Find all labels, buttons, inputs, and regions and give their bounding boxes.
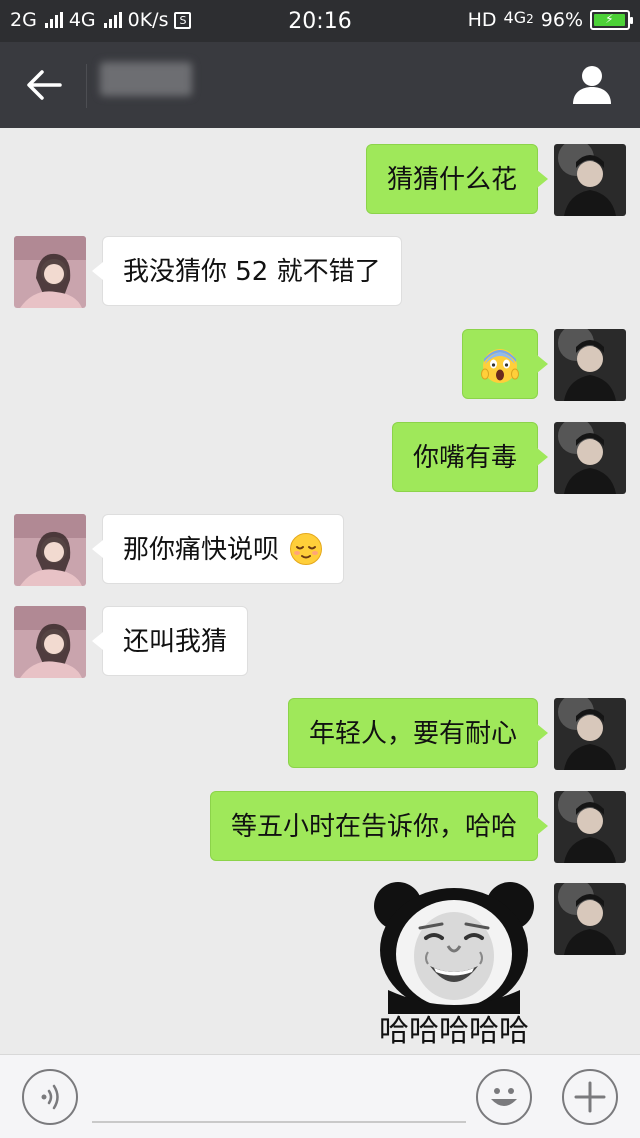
message-input[interactable] bbox=[92, 1077, 466, 1123]
network-4g-sub: 2 bbox=[526, 11, 534, 26]
sticker-caption: 哈哈哈哈哈 bbox=[379, 1014, 529, 1049]
my-avatar[interactable] bbox=[554, 698, 626, 770]
chat-area[interactable]: 猜猜什么花 我没猜你 52 就不错了 你嘴有毒 那你痛快说呗 还叫我猜 年轻人，… bbox=[0, 128, 640, 1054]
message-bubble-outgoing[interactable]: 等五小时在告诉你，哈哈 bbox=[209, 791, 549, 861]
contact-avatar[interactable] bbox=[14, 514, 86, 586]
nav-bar bbox=[0, 42, 640, 128]
message-text: 等五小时在告诉你，哈哈 bbox=[230, 812, 517, 842]
emoji-button[interactable] bbox=[476, 1069, 532, 1125]
message-bubble-incoming[interactable]: 那你痛快说呗 bbox=[91, 514, 345, 584]
message-bubble-outgoing[interactable]: 猜猜什么花 bbox=[365, 144, 549, 214]
my-avatar[interactable] bbox=[554, 883, 626, 955]
bolt-icon: ⚡ bbox=[605, 12, 614, 26]
sticker-message[interactable]: 哈哈哈哈哈 bbox=[368, 880, 540, 1050]
battery-percent: 96% bbox=[540, 9, 583, 31]
relieved-face-icon bbox=[290, 532, 323, 565]
battery-fill: ⚡ bbox=[594, 12, 625, 26]
message-bubble-outgoing[interactable] bbox=[462, 329, 548, 399]
network-label-4g-2: 4G2 bbox=[504, 8, 534, 27]
message-text: 年轻人，要有耐心 bbox=[308, 719, 517, 749]
my-avatar[interactable] bbox=[554, 422, 626, 494]
message-text: 那你痛快说呗 bbox=[123, 535, 280, 565]
contact-avatar[interactable] bbox=[14, 606, 86, 678]
hd-label: HD bbox=[467, 9, 497, 31]
voice-button[interactable] bbox=[22, 1069, 78, 1125]
my-avatar[interactable] bbox=[554, 144, 626, 216]
nav-divider bbox=[86, 64, 87, 108]
battery-icon: ⚡ bbox=[590, 10, 633, 30]
arrow-left-icon bbox=[27, 70, 62, 100]
input-bar bbox=[0, 1054, 640, 1138]
message-text: 你嘴有毒 bbox=[412, 443, 517, 473]
message-bubble-outgoing[interactable]: 年轻人，要有耐心 bbox=[287, 698, 549, 768]
my-avatar[interactable] bbox=[554, 791, 626, 863]
message-text: 猜猜什么花 bbox=[386, 165, 517, 195]
network-4g-text: 4G bbox=[503, 7, 527, 27]
message-text: 还叫我猜 bbox=[123, 627, 228, 657]
profile-button[interactable] bbox=[572, 64, 612, 106]
person-icon bbox=[573, 66, 611, 104]
status-right: HD 4G2 96% ⚡ bbox=[467, 8, 633, 31]
face-screaming-in-fear-icon bbox=[481, 348, 519, 383]
panda-face-laughing-icon bbox=[374, 882, 534, 1014]
status-bar: 2G 4G 0K/s S 20:16 HD 4G2 96% ⚡ bbox=[0, 0, 640, 42]
back-button[interactable] bbox=[24, 67, 64, 103]
more-button[interactable] bbox=[562, 1069, 618, 1125]
plus-icon bbox=[574, 1081, 606, 1113]
message-bubble-incoming[interactable]: 我没猜你 52 就不错了 bbox=[92, 236, 402, 306]
my-avatar[interactable] bbox=[554, 329, 626, 401]
message-text: 我没猜你 52 就不错了 bbox=[123, 257, 381, 287]
message-bubble-outgoing[interactable]: 你嘴有毒 bbox=[391, 422, 549, 492]
message-bubble-incoming[interactable]: 还叫我猜 bbox=[91, 606, 249, 676]
smiley-face-icon bbox=[491, 1088, 517, 1106]
contact-name-blurred bbox=[100, 62, 192, 96]
voice-waves-icon bbox=[41, 1084, 59, 1110]
contact-avatar[interactable] bbox=[14, 236, 86, 308]
